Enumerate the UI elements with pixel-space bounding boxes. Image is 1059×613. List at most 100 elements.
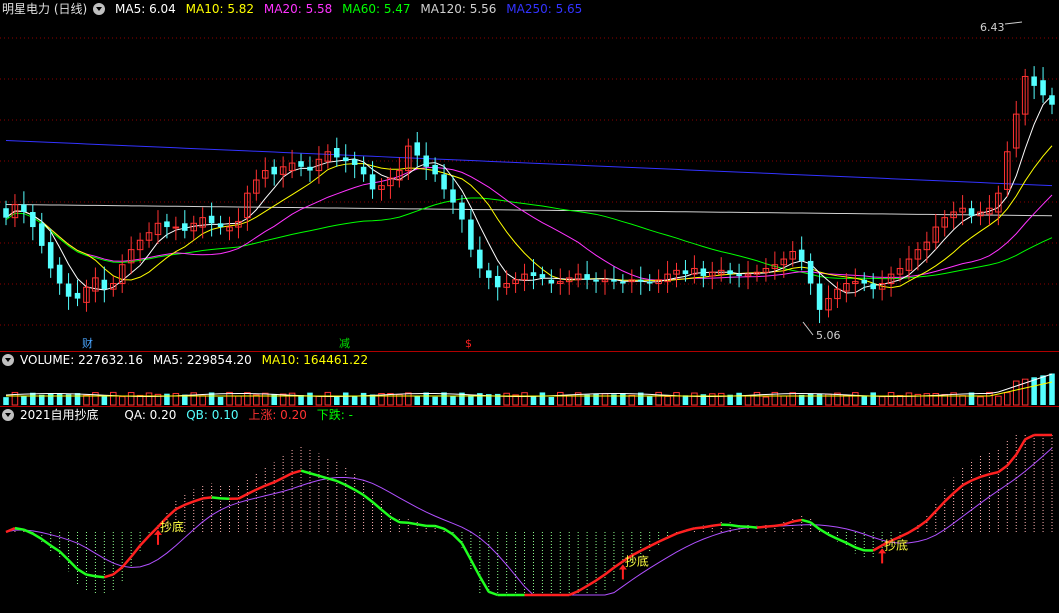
candle-body-down [164, 221, 170, 228]
volume-bar-up [118, 396, 126, 406]
candle-body-down [530, 272, 537, 276]
qa-line-segment [962, 479, 973, 487]
qa-line-segment [934, 500, 946, 512]
low-pointer [802, 321, 814, 336]
candle-body-down [1049, 95, 1055, 105]
qa-line-segment [845, 541, 856, 549]
qa-line-segment [291, 469, 302, 475]
qa-line-segment [827, 533, 838, 540]
volume-bar-down [968, 392, 975, 405]
qa-line-segment [1024, 433, 1035, 441]
qa-line-segment [658, 536, 669, 543]
qa-line-segment [774, 523, 784, 528]
volume-bar-up [995, 395, 1002, 406]
volume-bar-down [548, 396, 555, 405]
candle-body-down [3, 208, 9, 218]
stock-chart[interactable]: 6.435.06财减 $抄底抄底抄底 [0, 0, 1059, 613]
qa-line-segment [980, 473, 990, 479]
volume-bar-down [736, 392, 742, 405]
candle-body-down [468, 219, 474, 250]
candle-body-down [74, 292, 81, 299]
buy-signal-label: 抄底 [625, 553, 649, 568]
candle-body-down [700, 268, 707, 276]
volume-bar-down [593, 393, 599, 405]
qa-line-segment [58, 550, 70, 561]
volume-bar-up [557, 391, 564, 406]
volume-bar-up [145, 392, 153, 406]
volume-bar-up [235, 395, 242, 406]
volume-bar-up [959, 395, 966, 406]
qa-line-segment [264, 481, 275, 487]
volume-bar-down [861, 396, 868, 405]
candle-body-down [861, 279, 868, 284]
qa-line-segment [604, 566, 615, 576]
qa-line-segment [336, 479, 347, 487]
qa-line-segment [112, 566, 124, 576]
qa-line-segment [729, 523, 740, 528]
qa-line-segment [184, 500, 195, 507]
qa-line-segment [282, 472, 293, 479]
volume-bar-down [620, 393, 626, 405]
qa-line-segment [917, 519, 928, 529]
qa-line-segment [237, 492, 248, 500]
qa-line-segment [586, 579, 597, 587]
candle-body-down [56, 264, 63, 284]
qa-line-segment [121, 555, 133, 569]
qa-line-segment [943, 492, 955, 503]
volume-bar-up [1012, 380, 1020, 406]
qa-line-segment [649, 540, 660, 548]
qa-line-segment [792, 518, 802, 523]
qa-line-segment [273, 476, 284, 484]
candle-body-down [423, 155, 429, 167]
candle-body-down [217, 223, 224, 228]
volume-bar-up [199, 395, 206, 406]
volume-bar-up [521, 392, 528, 406]
volume-bar-down [334, 396, 340, 405]
volume-bar-down [807, 393, 814, 405]
volume-bar-up [172, 392, 180, 406]
high-price-label: 6.43 [980, 21, 1005, 34]
candle-body-down [798, 249, 805, 261]
qa-line-segment [67, 559, 79, 571]
volume-bar-up [717, 392, 725, 406]
volume-bar-up [226, 391, 233, 406]
qa-line-segment [667, 532, 678, 539]
volume-bar-down [47, 393, 54, 405]
volume-bar-up [664, 395, 671, 406]
qa-line-segment [469, 559, 481, 578]
qa-line-segment [41, 538, 52, 547]
volume-bar-up [110, 391, 117, 406]
qa-line-segment [460, 542, 472, 561]
candle-body-down [485, 270, 492, 278]
qa-line-segment [478, 575, 490, 593]
qa-line-segment [756, 525, 767, 529]
qa-line-segment [488, 590, 499, 597]
qa-line-segment [139, 535, 150, 547]
volume-bar-up [244, 392, 251, 406]
candle-body-down [298, 161, 304, 167]
volume-bar-up [709, 393, 716, 406]
volume-bar-up [843, 394, 850, 406]
ma5-line [5, 94, 1053, 294]
candle-body-down [441, 174, 447, 190]
qa-line-segment [318, 474, 329, 480]
volume-bar-up [1004, 392, 1011, 406]
candle-body-down [1040, 80, 1046, 96]
volume-bar-down [870, 392, 876, 405]
qa-line-segment [908, 526, 919, 534]
buy-signal-label: 抄底 [884, 537, 908, 552]
qa-line-segment [801, 518, 811, 524]
qa-line-segment [747, 525, 758, 529]
volume-bar-down [432, 396, 438, 405]
candle-body-down [584, 274, 590, 280]
candle-body-down [65, 283, 72, 297]
volume-bar-down [360, 392, 367, 405]
qa-line-segment [694, 526, 704, 530]
qa-line-segment [175, 503, 186, 511]
qa-line-segment [345, 483, 356, 491]
volume-bar-up [905, 392, 913, 406]
qa-line-segment [50, 544, 61, 553]
qa-line-segment [452, 533, 463, 545]
candle-body-down [593, 279, 599, 282]
volume-bar-up [986, 391, 993, 406]
